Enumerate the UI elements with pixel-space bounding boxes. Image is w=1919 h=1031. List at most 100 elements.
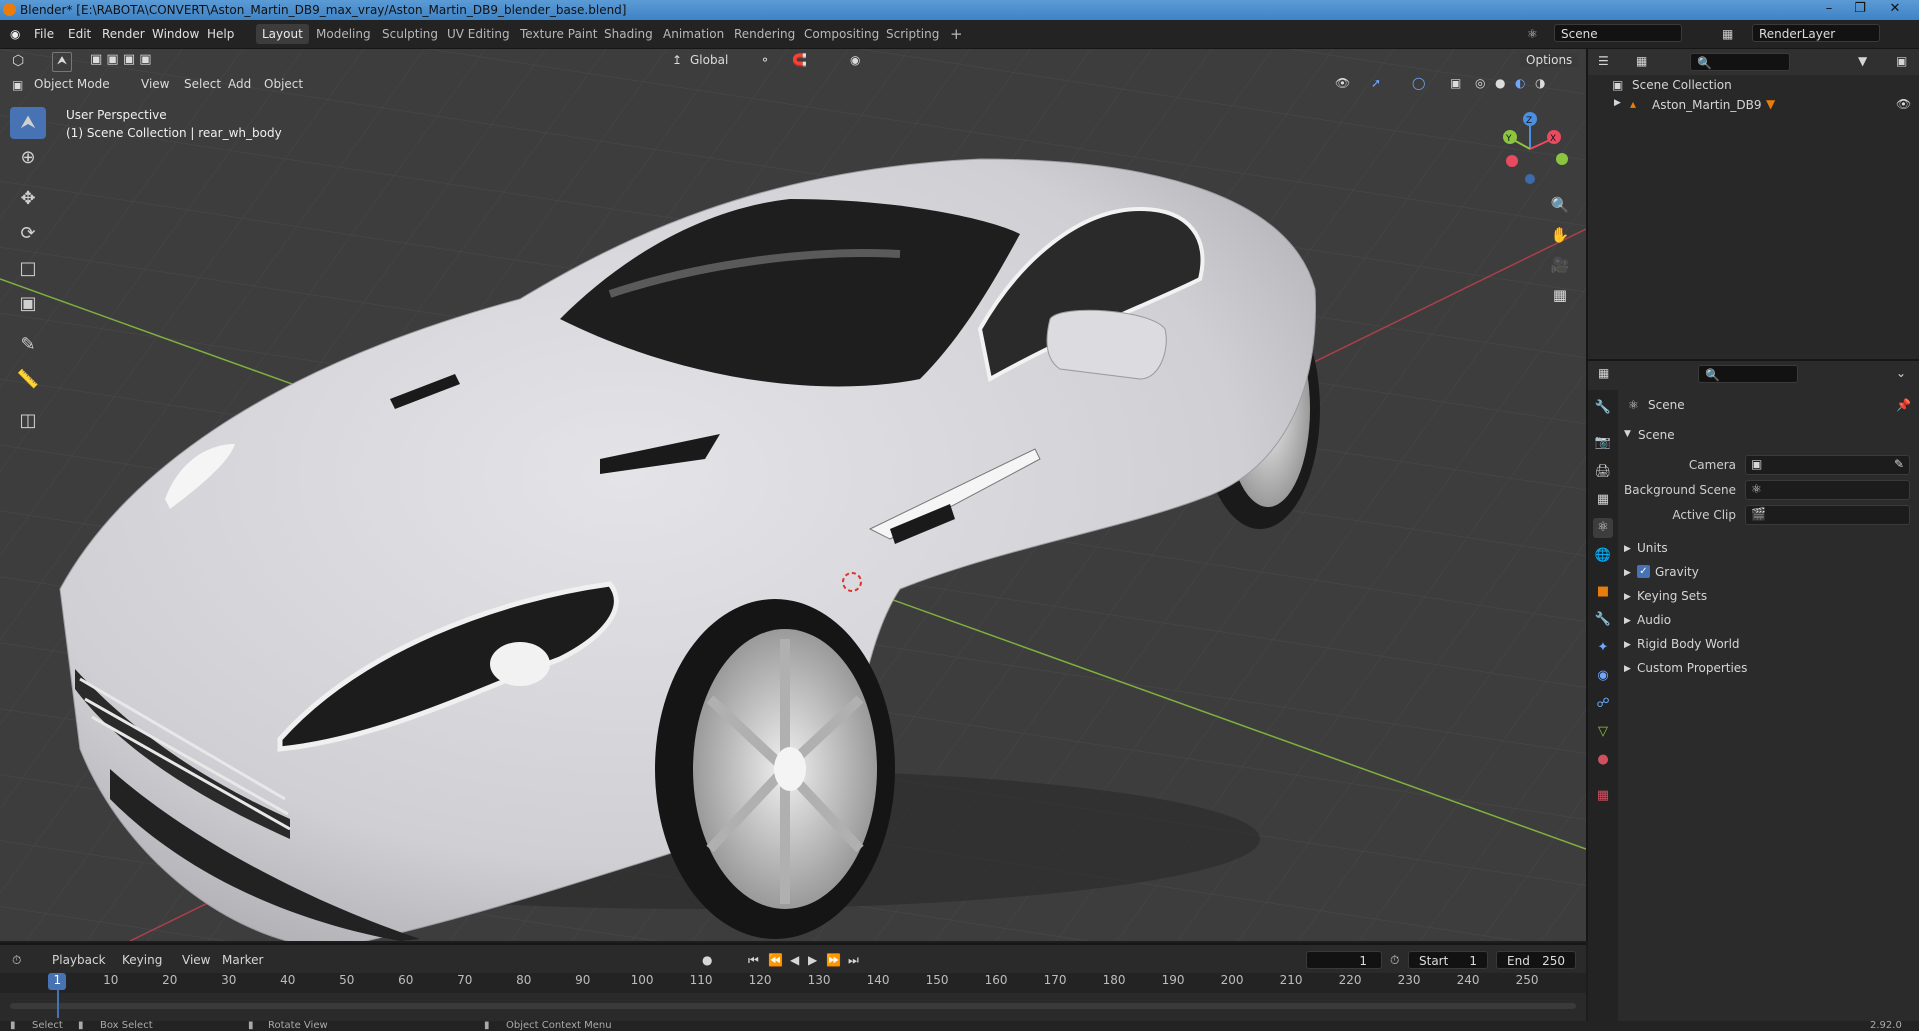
orthographic-toggle-icon[interactable]: ▦ <box>1546 281 1574 309</box>
pan-hand-icon[interactable]: ✋ <box>1546 221 1574 249</box>
overlay-toggle-icon[interactable]: ◯ <box>1412 76 1425 90</box>
expand-arrow-icon[interactable]: ▶ <box>1624 664 1631 674</box>
select-tool-icon[interactable]: ⮝ <box>52 52 72 72</box>
units-section[interactable]: Units <box>1637 541 1668 555</box>
timeline-scrollbar[interactable] <box>10 1003 1576 1009</box>
properties-search-input[interactable]: 🔍 <box>1698 365 1798 383</box>
tab-compositing[interactable]: Compositing <box>798 24 885 44</box>
tab-layout[interactable]: Layout <box>256 24 309 44</box>
tab-uv-editing[interactable]: UV Editing <box>441 24 516 44</box>
add-workspace-button[interactable]: + <box>944 24 969 44</box>
constraints-tab-icon[interactable]: ☍ <box>1593 694 1613 714</box>
display-mode-icon[interactable]: ▦ <box>1636 54 1647 68</box>
tab-rendering[interactable]: Rendering <box>728 24 801 44</box>
properties-editor-icon[interactable]: ▦ <box>1598 366 1609 380</box>
annotate-tool-icon[interactable]: ✎ <box>10 329 46 361</box>
minimize-button[interactable]: – <box>1814 0 1844 18</box>
keying-menu[interactable]: Keying <box>122 953 162 967</box>
camera-view-icon[interactable]: 🎥 <box>1546 251 1574 279</box>
gravity-section[interactable]: Gravity <box>1655 565 1699 579</box>
gravity-checkbox[interactable]: ✓ <box>1637 565 1650 578</box>
tab-sculpting[interactable]: Sculpting <box>376 24 444 44</box>
background-scene-field[interactable]: ⚛ <box>1745 480 1910 500</box>
visibility-eye-icon[interactable]: 👁 <box>1896 97 1911 111</box>
tab-animation[interactable]: Animation <box>657 24 730 44</box>
options-dropdown[interactable]: Options <box>1520 53 1579 67</box>
data-tab-icon[interactable]: ▽ <box>1593 722 1613 742</box>
viewport-scene[interactable] <box>0 49 1586 941</box>
move-tool-icon[interactable]: ✥ <box>10 183 46 215</box>
particles-tab-icon[interactable]: ✦ <box>1593 638 1613 658</box>
start-frame-field[interactable]: Start 1 <box>1408 951 1488 969</box>
collapse-arrow-icon[interactable]: ▼ <box>1624 429 1631 439</box>
menu-window[interactable]: Window <box>152 27 199 41</box>
menu-render[interactable]: Render <box>102 27 145 41</box>
render-tab-icon[interactable]: 📷 <box>1593 433 1613 453</box>
view-layer-tab-icon[interactable]: ▦ <box>1593 490 1613 510</box>
expand-arrow-icon[interactable]: ▶ <box>1624 544 1631 554</box>
xray-icon[interactable]: ▣ <box>1450 76 1461 90</box>
navigation-gizmo[interactable]: Z X Y <box>1490 109 1570 189</box>
viewport-menu-object[interactable]: Object <box>264 77 303 91</box>
tab-modeling[interactable]: Modeling <box>310 24 377 44</box>
outliner-item-aston-martin[interactable]: Aston_Martin_DB9 <box>1652 98 1762 112</box>
expand-arrow-icon[interactable]: ▶ <box>1614 98 1621 108</box>
play-icon[interactable]: ▶ <box>808 953 817 967</box>
filter-icon[interactable]: ▼ <box>1858 54 1867 68</box>
measure-tool-icon[interactable]: 📏 <box>10 364 46 396</box>
tool-tab-icon[interactable]: 🔧 <box>1593 398 1613 418</box>
expand-arrow-icon[interactable]: ▶ <box>1624 640 1631 650</box>
timeline-editor-icon[interactable]: ⏱ <box>12 953 21 968</box>
expand-arrow-icon[interactable]: ▶ <box>1624 568 1631 578</box>
material-tab-icon[interactable]: ● <box>1593 750 1613 770</box>
viewport-menu-add[interactable]: Add <box>228 77 251 91</box>
output-tab-icon[interactable]: 🖨 <box>1593 462 1613 482</box>
render-layer-selector[interactable]: RenderLayer <box>1752 24 1880 42</box>
zoom-icon[interactable]: 🔍 <box>1546 191 1574 219</box>
custom-properties-section[interactable]: Custom Properties <box>1637 661 1747 675</box>
add-cube-tool-icon[interactable]: ◫ <box>10 405 46 437</box>
cursor-tool-icon[interactable]: ⊕ <box>10 142 46 174</box>
new-collection-icon[interactable]: ▣ <box>1896 54 1907 68</box>
close-window-button[interactable]: ✕ <box>1880 0 1910 18</box>
jump-end-icon[interactable]: ⏭ <box>848 953 859 968</box>
eyedropper-icon[interactable]: ✎ <box>1894 457 1904 471</box>
outliner-search-input[interactable]: 🔍 <box>1690 53 1790 71</box>
scene-selector[interactable]: Scene <box>1554 24 1682 42</box>
playback-menu[interactable]: Playback <box>52 953 106 967</box>
rotate-tool-icon[interactable]: ⟳ <box>10 218 46 250</box>
shading-material-icon[interactable]: ◐ <box>1515 76 1525 90</box>
transform-tool-icon[interactable]: ▣ <box>10 288 46 320</box>
viewport-menu-view[interactable]: View <box>141 77 169 91</box>
viewport-menu-select[interactable]: Select <box>184 77 221 91</box>
pin-icon[interactable]: 📌 <box>1896 398 1911 412</box>
gizmo-toggle-icon[interactable]: ➚ <box>1371 76 1381 90</box>
record-icon[interactable]: ● <box>702 953 712 967</box>
tab-texture-paint[interactable]: Texture Paint <box>514 24 603 44</box>
shading-wireframe-icon[interactable]: ◎ <box>1475 76 1485 90</box>
3d-viewport[interactable]: ⬡ ⮝ ▣ ▣ ▣ ▣ ↥ Global ⚬ 🧲 ◉ Options ▣ Obj… <box>0 49 1588 941</box>
blender-menu-icon[interactable]: ◉ <box>10 27 20 41</box>
rigid-body-world-section[interactable]: Rigid Body World <box>1637 637 1740 651</box>
scale-tool-icon[interactable]: □ <box>10 253 46 285</box>
shading-rendered-icon[interactable]: ◑ <box>1535 76 1545 90</box>
keying-sets-section[interactable]: Keying Sets <box>1637 589 1707 603</box>
proportional-edit-icon[interactable]: ◉ <box>850 53 860 67</box>
properties-options-icon[interactable]: ⌄ <box>1896 366 1906 380</box>
select-box-tool[interactable]: ⮝ <box>10 107 46 139</box>
modifier-tab-icon[interactable]: 🔧 <box>1593 610 1613 630</box>
scene-collection-label[interactable]: Scene Collection <box>1632 78 1732 92</box>
menu-file[interactable]: File <box>34 27 54 41</box>
outliner-editor-icon[interactable]: ☰ <box>1598 54 1609 68</box>
tab-scripting[interactable]: Scripting <box>880 24 945 44</box>
maximize-button[interactable]: ❐ <box>1845 0 1875 18</box>
jump-keyframe-back-icon[interactable]: ⏪ <box>768 953 783 967</box>
pivot-point-icon[interactable]: ⚬ <box>760 53 770 67</box>
object-mode-dropdown[interactable]: Object Mode <box>34 77 110 91</box>
expand-arrow-icon[interactable]: ▶ <box>1624 616 1631 626</box>
world-tab-icon[interactable]: 🌐 <box>1593 546 1613 566</box>
jump-keyframe-forward-icon[interactable]: ⏩ <box>826 953 841 967</box>
editor-type-icon[interactable]: ⬡ <box>12 53 24 69</box>
jump-start-icon[interactable]: ⏮ <box>748 953 759 968</box>
marker-menu[interactable]: Marker <box>222 953 263 967</box>
